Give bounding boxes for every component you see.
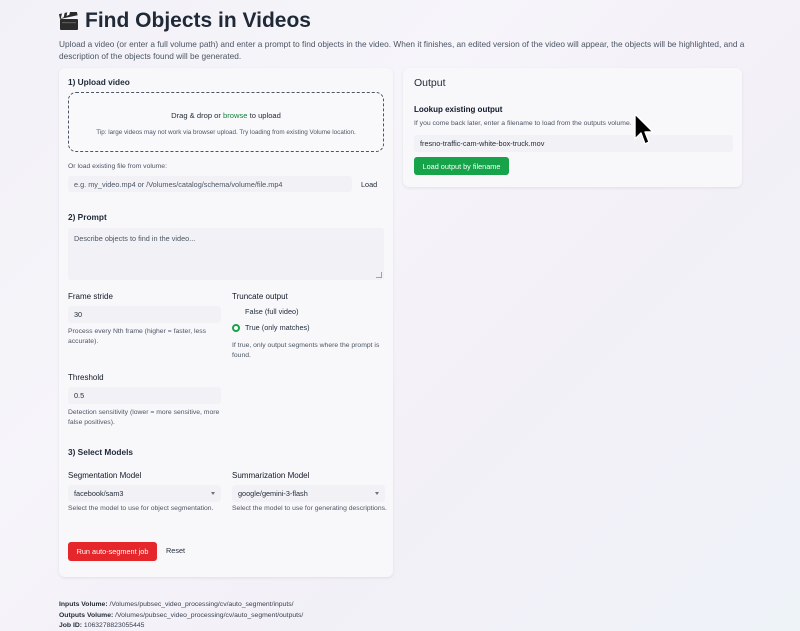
frame-stride-input[interactable]: 30 [68,306,221,323]
segmentation-model-help: Select the model to use for object segme… [68,505,214,512]
volume-label: Or load existing file from volume: [68,163,167,170]
frame-stride-help: Process every Nth frame (higher = faster… [68,328,207,345]
volume-path-input[interactable]: e.g. my_video.mp4 or /Volumes/catalog/sc… [68,176,352,192]
truncate-label: Truncate output [232,292,288,301]
output-card: Output Lookup existing output If you com… [403,68,742,187]
page-title-text: Find Objects in Videos [85,9,311,32]
summarization-model-label: Summarization Model [232,471,310,480]
reset-button[interactable]: Reset [166,546,185,555]
summarization-model-select[interactable]: google/gemini-3-flash [232,485,385,502]
chevron-down-icon [375,492,379,495]
prompt-placeholder: Describe objects to find in the video... [74,234,196,243]
chevron-down-icon [211,492,215,495]
prompt-textarea[interactable]: Describe objects to find in the video... [68,228,384,280]
input-card: 1) Upload video Drag & drop or browse to… [59,68,393,577]
truncate-option-true-label: True (only matches) [245,323,310,332]
job-id-line: Job ID: 1063278823055445 [59,621,303,631]
radio-unselected-icon[interactable] [232,308,240,316]
dropzone-suffix: to upload [247,111,281,120]
models-section-title: 3) Select Models [68,447,134,457]
segmentation-model-select[interactable]: facebook/sam3 [68,485,221,502]
threshold-help: Detection sensitivity (lower = more sens… [68,409,220,426]
threshold-label: Threshold [68,373,104,382]
frame-stride-label: Frame stride [68,292,113,301]
summarization-model-help: Select the model to use for generating d… [232,505,387,512]
output-filename-input[interactable]: fresno-traffic-cam-white-box-truck.mov [414,135,733,152]
clapperboard-icon [59,11,78,30]
lookup-help: If you come back later, enter a filename… [414,120,632,127]
inputs-volume-line: Inputs Volume: /Volumes/pubsec_video_pro… [59,600,303,611]
truncate-option-true[interactable]: True (only matches) [232,323,310,332]
lookup-title: Lookup existing output [414,105,503,114]
job-id-value: 1063278823055445 [82,622,145,629]
truncate-option-false[interactable]: False (full video) [232,307,299,316]
dropzone-tip: Tip: large videos may not work via brows… [96,129,356,136]
inputs-volume-label: Inputs Volume: [59,601,108,608]
radio-selected-icon[interactable] [232,323,240,332]
upload-dropzone[interactable]: Drag & drop or browse to upload Tip: lar… [68,92,384,152]
page-title: Find Objects in Videos [59,9,311,33]
dropzone-prefix: Drag & drop or [171,111,224,120]
upload-section-title: 1) Upload video [68,77,130,87]
threshold-input[interactable]: 0.5 [68,387,221,404]
outputs-volume-label: Outputs Volume: [59,611,114,619]
output-title: Output [414,77,446,89]
truncate-help: If true, only output segments where the … [232,342,380,359]
page-subtitle: Upload a video (or enter a full volume p… [59,39,745,61]
browse-link[interactable]: browse [223,111,247,120]
load-volume-button[interactable]: Load [361,180,377,189]
outputs-volume-line: Outputs Volume: /Volumes/pubsec_video_pr… [59,611,303,622]
dropzone-text: Drag & drop or browse to upload [69,111,383,120]
inputs-volume-value: /Volumes/pubsec_video_processing/cv/auto… [107,601,294,608]
load-output-button[interactable]: Load output by filename [414,157,509,175]
mouse-pointer-icon [634,113,654,145]
segmentation-model-value: facebook/sam3 [74,489,124,498]
app-page: Find Objects in Videos Upload a video (o… [0,0,800,631]
truncate-option-false-label: False (full video) [245,307,299,316]
prompt-section-title: 2) Prompt [68,212,107,222]
summarization-model-value: google/gemini-3-flash [238,489,308,498]
resize-grip-icon[interactable] [376,272,382,278]
segmentation-model-label: Segmentation Model [68,471,142,480]
footer-info: Inputs Volume: /Volumes/pubsec_video_pro… [59,600,303,631]
job-id-label: Job ID: [59,622,83,629]
run-job-button[interactable]: Run auto-segment job [68,542,157,561]
outputs-volume-value: /Volumes/pubsec_video_processing/cv/auto… [113,611,304,619]
